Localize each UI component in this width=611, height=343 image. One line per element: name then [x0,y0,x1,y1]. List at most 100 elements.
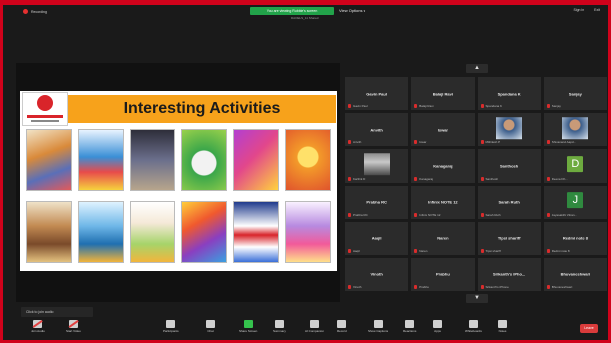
participant-name: Spandana K [497,91,521,97]
view-options-button[interactable]: View Options ▾ [339,8,365,13]
participant-tile[interactable]: Gavin Paul Gavin Paul [345,77,409,111]
participant-caption-text: Sarah Ruth [485,212,501,217]
participant-caption: Srikanth's iPhone [480,285,509,289]
chat-button[interactable]: Chat [206,320,215,333]
person-photo [562,116,589,139]
participant-caption: Tipsi shariff [480,248,501,253]
participant-tile[interactable]: Spandana K Spandana K [477,77,541,111]
activity-poster [26,129,72,191]
mic-muted-icon [348,248,351,253]
participant-tile[interactable]: Bhuvaneshwari Bhuvaneshwari [543,257,607,291]
participant-caption: Prabhu [414,285,429,289]
participant-tile[interactable]: Shivanand Aapd... [543,113,607,147]
whiteboard-icon [468,320,478,328]
participant-tile[interactable]: Anvith Anvith [345,113,409,147]
participant-tile[interactable]: Balaji Ravi Balaji Ravi [411,77,475,111]
notes-icon [498,320,507,328]
participant-caption: Sanjay [546,104,561,109]
participant-tile[interactable]: Mithilesh P [477,113,541,147]
top-right-controls: Sign in Exit [573,8,600,12]
headphone-button[interactable]: Join Audio [31,320,45,333]
participant-caption-text: Iswar [419,140,427,145]
mic-muted-icon [414,104,418,109]
participant-tile[interactable]: Sanjay Sanjay [543,77,607,111]
participant-caption-text: Aaqil [353,248,360,253]
video-button[interactable]: Start Video [66,320,81,333]
gallery-next-button[interactable]: ▼ [466,294,488,303]
toolbar-label: Start Video [66,329,81,333]
participant-tile[interactable]: Tipsi shariff Tipsi shariff [477,221,541,255]
mic-muted-icon [480,104,484,109]
participant-name: Aaqil [371,235,382,241]
participant-caption: Aaqil [348,248,360,253]
activity-poster [285,201,331,263]
participant-caption-text: Spandana K [485,104,503,109]
top-right-item[interactable]: Exit [594,8,600,12]
participant-tile[interactable]: Infinix NOTE 12 Infinix NOTE 12 [411,185,475,219]
summary-icon [274,320,284,328]
participant-caption-text: Bhuvaneshwari [551,285,573,289]
participant-tile[interactable]: Iswar Iswar [411,113,475,147]
mic-muted-icon [546,248,550,253]
top-right-item[interactable]: Sign in [573,8,584,12]
top-bar: Recording You are viewing Rubble's scree… [3,5,608,20]
participant-tile[interactable]: J Jayasakthi Vitran... [543,185,607,219]
participant-tile[interactable]: D Deena Dh... [543,149,607,183]
participant-caption-text: Kanagaraj [419,176,433,181]
presentation-slide: Interesting Activities [20,91,337,271]
participant-caption-text: Redmi note 8 [551,248,570,253]
participant-caption-text: Mithilesh P [485,140,501,145]
shared-screen: Interesting Activities [16,63,340,302]
participant-name: Prabhu [435,271,450,277]
participant-tile[interactable]: Aaqil Aaqil [345,221,409,255]
gallery-prev-button[interactable]: ▲ [466,64,488,73]
participant-tile[interactable]: Sarah Ruth Sarah Ruth [477,185,541,219]
share-screen-icon [243,320,253,328]
participant-tile[interactable]: Kanagaraj Kanagaraj [411,149,475,183]
apps-button[interactable]: Apps [433,320,442,333]
participant-tile[interactable]: Prabhu Prabhu [411,257,475,291]
toolbar-label: Share Screen [239,329,258,333]
summary-button[interactable]: Summary [273,320,286,333]
leave-button[interactable]: Leave [580,324,598,333]
recording-label: Recording [31,9,47,14]
participant-avatar: J [567,192,584,209]
mic-muted-icon [348,176,351,181]
school-logo [22,92,68,126]
meeting-window: Recording You are viewing Rubble's scree… [0,0,611,343]
apps-icon [433,320,442,328]
whiteboard-button[interactable]: Whiteboards [465,320,482,333]
participant-name: Bhuvaneshwari [560,271,591,277]
participant-caption: Karthik D [348,176,365,181]
recording-indicator[interactable]: Recording [23,9,47,14]
participant-tile[interactable]: Karthik D [345,149,409,183]
group-photo [363,153,390,176]
captions-button[interactable]: Show Captions [368,320,388,333]
view-options-label: View Options [339,8,363,13]
notes-button[interactable]: Notes [498,320,507,333]
toolbar-label: Whiteboards [465,329,482,333]
record-button[interactable]: Record [337,320,347,333]
reactions-button[interactable]: Reactions [403,320,416,333]
participant-caption-text: Gavin Paul [353,104,368,109]
participant-tile[interactable]: Vinoth Vinoth [345,257,409,291]
participant-tile[interactable]: Redmi note 8 Redmi note 8 [543,221,607,255]
participant-tile[interactable]: Srikanth's iPho... Srikanth's iPhone [477,257,541,291]
participant-name: Balaji Ravi [432,91,453,97]
participant-caption: Mithilesh P [480,140,501,145]
participant-tile[interactable]: Naren Naren [411,221,475,255]
participant-tile[interactable]: Prabha RC Prabha RC [345,185,409,219]
participants-button[interactable]: Participants [163,320,179,333]
mic-muted-icon [348,104,351,109]
participant-caption-text: Tipsi shariff [485,248,501,253]
headphone-icon [33,320,43,328]
join-audio-toast[interactable]: Click to join audio [21,307,93,317]
mic-muted-icon [348,285,351,289]
participant-tile[interactable]: Santhosh Santhosh [477,149,541,183]
share-screen-button[interactable]: Share Screen [239,320,257,333]
mic-muted-icon [414,285,418,289]
reactions-icon [405,320,415,328]
activity-poster [181,129,228,191]
mic-muted-icon [480,140,484,145]
ai-companion-button[interactable]: AI Companion [305,320,324,333]
